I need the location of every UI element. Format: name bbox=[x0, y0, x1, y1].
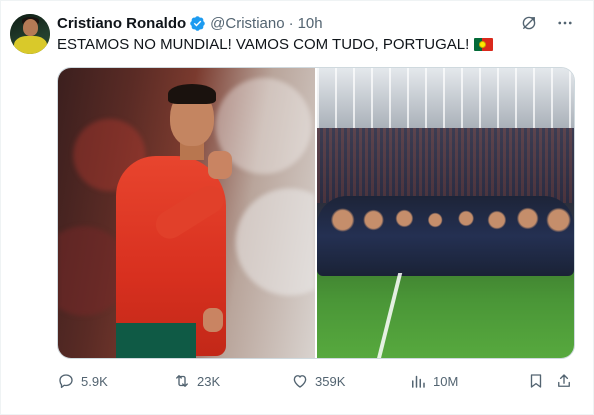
tweet-actions-bar: 5.9K 23K 359K 10M bbox=[57, 372, 577, 392]
retweet-count: 23K bbox=[197, 373, 221, 389]
author-name[interactable]: Cristiano Ronaldo bbox=[57, 15, 186, 32]
tweet-text: ESTAMOS NO MUNDIAL! VAMOS COM TUDO, PORT… bbox=[57, 36, 494, 53]
tweet-media bbox=[57, 67, 575, 359]
media-photo-team[interactable] bbox=[317, 68, 574, 358]
share-button[interactable] bbox=[555, 372, 573, 390]
heart-icon bbox=[291, 372, 309, 390]
media-photo-ronaldo[interactable] bbox=[58, 68, 315, 358]
separator-dot: · bbox=[288, 14, 294, 32]
tweet-text-body: ESTAMOS NO MUNDIAL! VAMOS COM TUDO, PORT… bbox=[57, 36, 470, 53]
bookmark-icon bbox=[527, 372, 545, 390]
portugal-flag-icon bbox=[474, 38, 494, 51]
author-avatar[interactable] bbox=[10, 14, 50, 54]
reply-icon bbox=[57, 372, 75, 390]
reply-button[interactable]: 5.9K bbox=[57, 372, 108, 390]
reply-count: 5.9K bbox=[81, 373, 108, 389]
bookmark-button[interactable] bbox=[527, 372, 545, 390]
share-icon bbox=[555, 372, 573, 390]
views-button[interactable]: 10M bbox=[409, 372, 458, 390]
verified-badge-icon bbox=[189, 15, 206, 32]
grok-icon[interactable] bbox=[520, 14, 538, 32]
view-count: 10M bbox=[433, 373, 459, 389]
retweet-button[interactable]: 23K bbox=[173, 372, 220, 390]
views-icon bbox=[409, 372, 427, 390]
more-icon[interactable] bbox=[556, 14, 574, 32]
like-count: 359K bbox=[315, 373, 346, 389]
tweet-timestamp[interactable]: 10h bbox=[298, 15, 323, 32]
tweet-header: Cristiano Ronaldo @Cristiano · 10h bbox=[57, 13, 323, 33]
author-handle[interactable]: @Cristiano bbox=[210, 15, 284, 32]
retweet-icon bbox=[173, 372, 191, 390]
tweet-top-actions bbox=[520, 14, 574, 32]
like-button[interactable]: 359K bbox=[291, 372, 345, 390]
